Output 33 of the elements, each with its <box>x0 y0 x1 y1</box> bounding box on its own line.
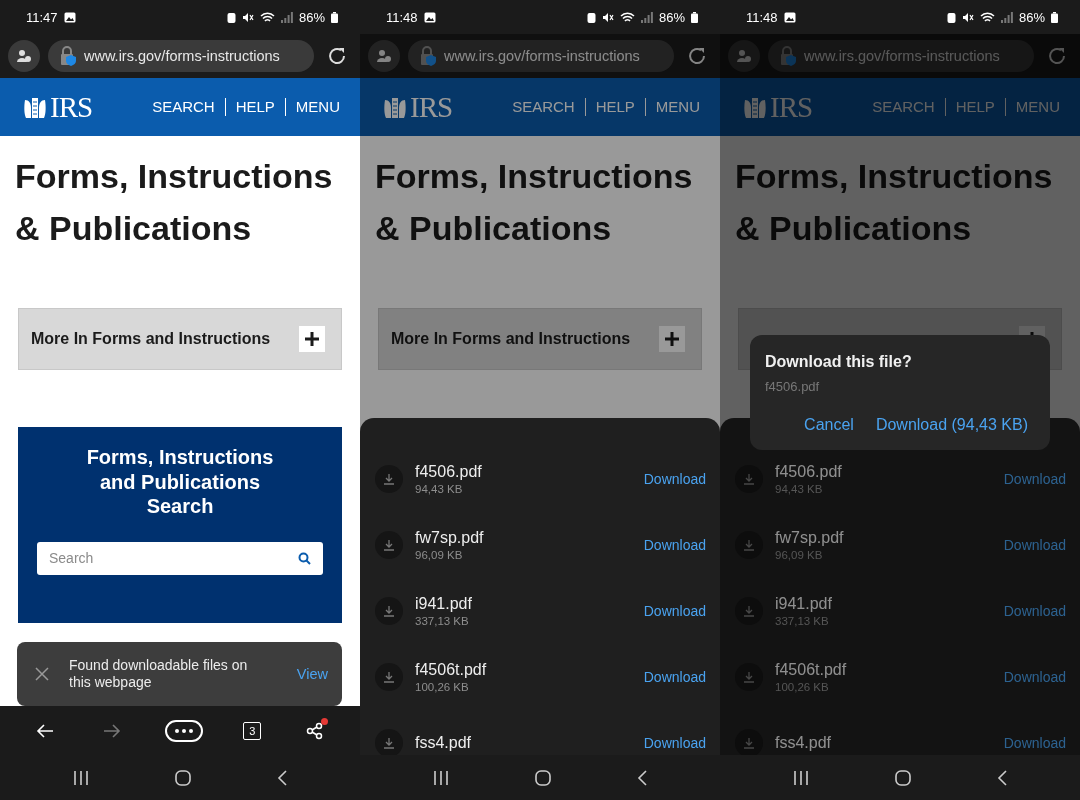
page-heading: Forms, Instructions & Publications <box>15 156 334 249</box>
file-size: 337,13 KB <box>775 615 830 627</box>
toast-message: Found downloadable files on this webpage <box>69 657 249 691</box>
accordion-label: More In Forms and Instructions <box>31 330 272 348</box>
file-name: f4506.pdf <box>775 463 843 481</box>
file-size: 94,43 KB <box>775 483 824 495</box>
file-size: 100,26 KB <box>775 681 830 693</box>
status-time: 11:48 <box>746 9 778 25</box>
file-name: f4506t.pdf <box>415 661 488 679</box>
file-name: f4506.pdf <box>415 463 483 481</box>
file-name: fss4.pdf <box>415 734 473 752</box>
page-heading: Forms, Instructions & Publications <box>375 156 694 249</box>
dialog-file-name: f4506.pdf <box>765 379 821 394</box>
file-name: fw7sp.pdf <box>415 529 485 547</box>
page-heading: Forms, Instructions & Publications <box>735 156 1054 249</box>
file-size: 94,43 KB <box>415 483 464 495</box>
battery-percent: 86% <box>1018 9 1045 25</box>
file-name: f4506t.pdf <box>775 661 848 679</box>
file-name: i941.pdf <box>415 595 473 613</box>
battery-percent: 86% <box>658 9 685 25</box>
dialog-title: Download this file? <box>765 353 913 371</box>
status-time: 11:47 <box>26 9 58 25</box>
file-size: 100,26 KB <box>415 681 470 693</box>
file-size: 337,13 KB <box>415 615 470 627</box>
file-size: 96,09 KB <box>775 549 824 561</box>
status-time: 11:48 <box>386 9 418 25</box>
accordion-label: More In Forms and Instructions <box>391 330 632 348</box>
file-size: 96,09 KB <box>415 549 464 561</box>
battery-percent: 86% <box>298 9 325 25</box>
card-title: Forms, Instructions and Publications Search <box>85 445 275 519</box>
file-name: i941.pdf <box>775 595 833 613</box>
file-name: fw7sp.pdf <box>775 529 845 547</box>
file-name: fss4.pdf <box>775 734 833 752</box>
